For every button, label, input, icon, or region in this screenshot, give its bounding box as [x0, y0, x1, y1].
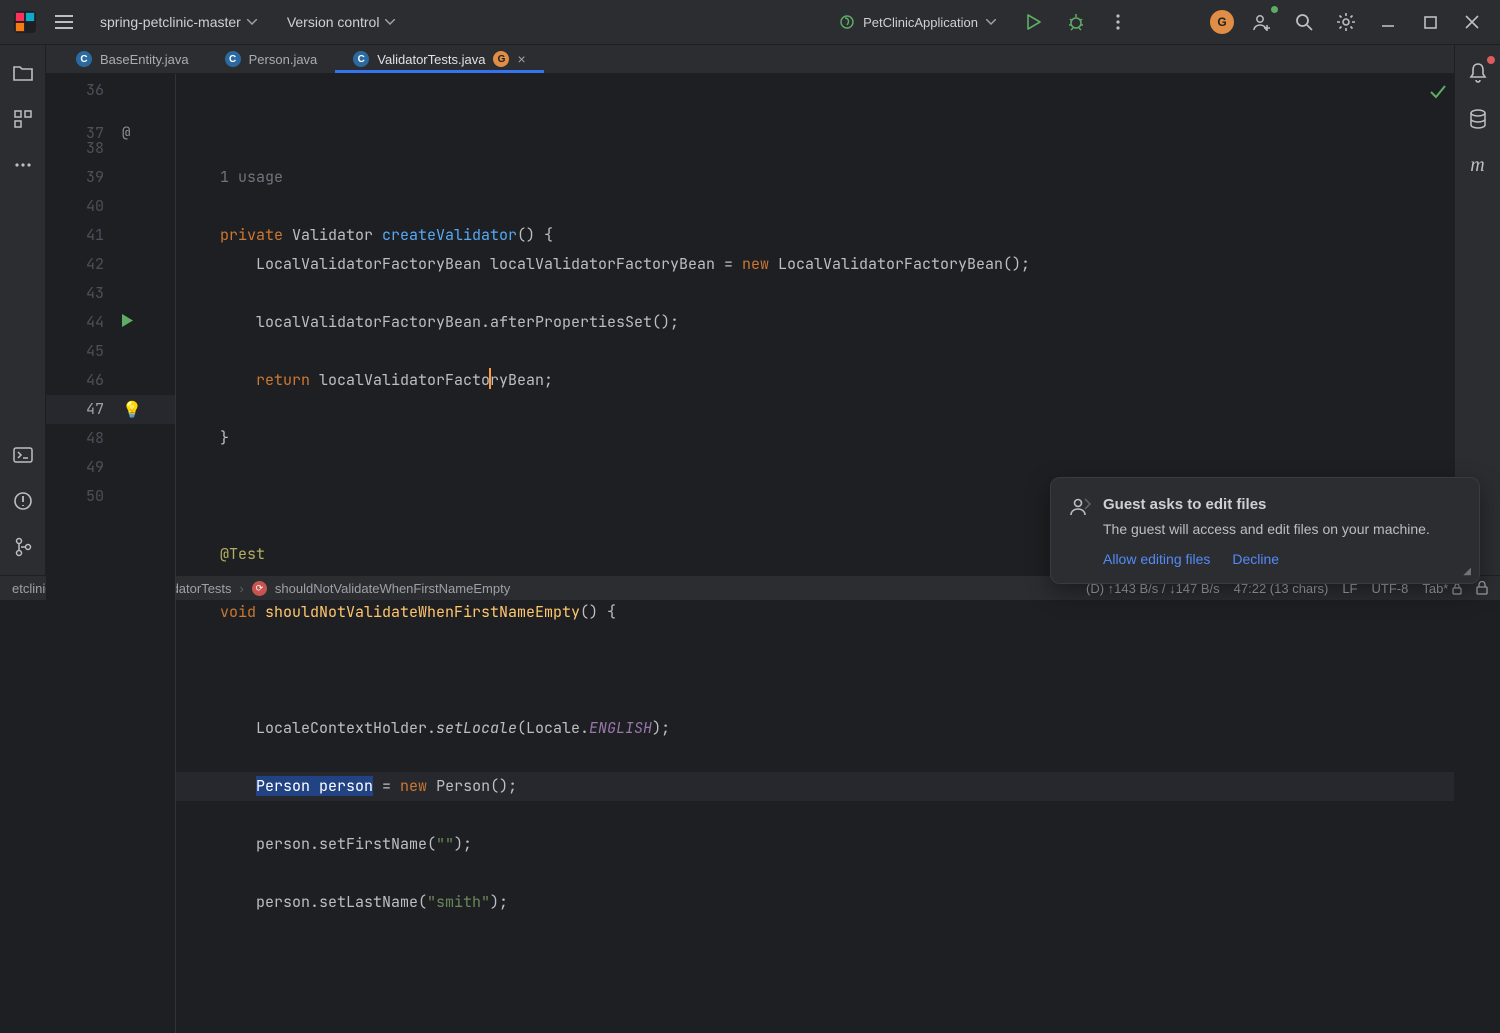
selection: Person person: [256, 776, 373, 796]
tab-list-button[interactable]: [1422, 45, 1454, 73]
decline-link[interactable]: Decline: [1232, 551, 1279, 567]
vcs-selector[interactable]: Version control: [279, 10, 404, 34]
git-toolwindow-button[interactable]: [9, 533, 37, 561]
guest-icon: [1069, 496, 1091, 521]
debug-button[interactable]: [1062, 8, 1090, 36]
run-config-name: PetClinicApplication: [863, 15, 978, 30]
structure-toolwindow-button[interactable]: [9, 105, 37, 133]
more-actions-button[interactable]: [1104, 8, 1132, 36]
notifications-button[interactable]: [1464, 59, 1492, 87]
popup-body: The guest will access and edit files on …: [1103, 519, 1459, 539]
maximize-button[interactable]: [1416, 8, 1444, 36]
run-config-selector[interactable]: PetClinicApplication: [829, 10, 1006, 34]
editor-tabs: C BaseEntity.java C Person.java C Valida…: [46, 45, 1454, 74]
run-button[interactable]: [1020, 8, 1048, 36]
code-with-me-button[interactable]: [1248, 8, 1276, 36]
readonly-toggle[interactable]: [1476, 581, 1488, 595]
project-toolwindow-button[interactable]: [9, 59, 37, 87]
tab-label: Person.java: [249, 52, 318, 67]
close-tab-icon[interactable]: ×: [517, 51, 525, 67]
usages-inlay[interactable]: 1 usage: [220, 167, 283, 187]
left-toolwindow-strip: [0, 45, 46, 575]
guest-edit-request-popup: Guest asks to edit files The guest will …: [1050, 477, 1480, 584]
minimize-button[interactable]: [1374, 8, 1402, 36]
java-class-icon: C: [353, 51, 369, 67]
vcs-label: Version control: [287, 14, 380, 30]
java-class-icon: C: [225, 51, 241, 67]
java-class-icon: C: [76, 51, 92, 67]
gutter: 36 37@ 38 39 40 41 42 43 44 45 46 47💡 48…: [46, 74, 176, 1033]
maven-toolwindow-button[interactable]: m: [1464, 151, 1492, 179]
database-toolwindow-button[interactable]: [1464, 105, 1492, 133]
resize-grip-icon[interactable]: ◢: [1463, 566, 1471, 577]
tab-baseentity[interactable]: C BaseEntity.java: [58, 45, 207, 73]
problems-toolwindow-button[interactable]: [9, 487, 37, 515]
guest-badge: G: [493, 51, 509, 67]
tab-label: BaseEntity.java: [100, 52, 189, 67]
title-bar: spring-petclinic-master Version control …: [0, 0, 1500, 45]
tab-person[interactable]: C Person.java: [207, 45, 336, 73]
more-toolwindows-button[interactable]: [9, 151, 37, 179]
tab-label: ValidatorTests.java: [377, 52, 485, 67]
user-avatar[interactable]: G: [1210, 10, 1234, 34]
project-name: spring-petclinic-master: [100, 14, 241, 30]
search-button[interactable]: [1290, 8, 1318, 36]
allow-editing-link[interactable]: Allow editing files: [1103, 551, 1210, 567]
spring-icon: [839, 14, 855, 30]
settings-button[interactable]: [1332, 8, 1360, 36]
intention-bulb-icon[interactable]: 💡: [122, 395, 142, 424]
close-window-button[interactable]: [1458, 8, 1486, 36]
popup-title: Guest asks to edit files: [1103, 496, 1459, 513]
terminal-toolwindow-button[interactable]: [9, 441, 37, 469]
main-menu-button[interactable]: [50, 8, 78, 36]
project-selector[interactable]: spring-petclinic-master: [92, 10, 265, 34]
tab-validatortests[interactable]: C ValidatorTests.java G ×: [335, 45, 543, 73]
run-test-gutter-icon[interactable]: [122, 308, 133, 337]
ide-logo: [14, 11, 36, 33]
